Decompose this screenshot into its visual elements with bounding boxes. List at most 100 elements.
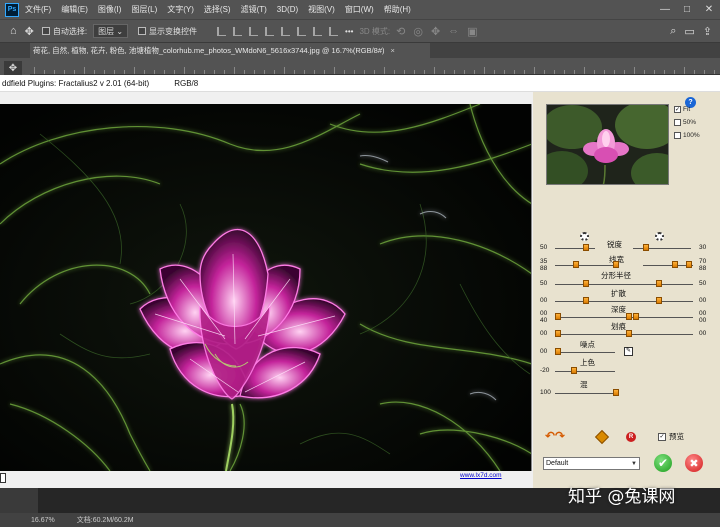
noise-knob[interactable] [555,348,561,355]
align-top-icon[interactable] [265,26,275,36]
line-width-left-value-2: 88 [540,265,548,272]
line-width-left-knob-2[interactable] [613,261,619,268]
show-transform-checkbox[interactable] [138,27,147,35]
home-icon[interactable]: ⌂ [10,25,17,37]
fractal-radius-left-knob[interactable] [583,280,589,287]
menu-3d[interactable]: 3D(D) [277,5,298,14]
ruler-tick [214,70,215,74]
randomize-icon[interactable] [594,429,610,445]
sharpness-left-knob[interactable] [583,244,589,251]
blend-knob[interactable] [613,389,619,396]
preset-dropdown[interactable]: Default ▼ [543,457,640,470]
menu-type[interactable]: 文字(Y) [167,4,194,15]
zoom-100-option[interactable]: 100% [674,132,700,139]
colorize-value: -20 [540,367,550,374]
menu-select[interactable]: 选择(S) [204,4,231,15]
move-tool-icon[interactable]: ✥ [25,25,34,38]
align-middle-icon[interactable] [281,26,291,36]
ruler-tick [404,70,405,74]
menu-view[interactable]: 视图(V) [308,4,335,15]
plugin-color-mode: RGB/8 [174,78,199,88]
align-right-icon[interactable] [249,26,259,36]
minimize-button[interactable]: — [654,0,676,19]
scratch-left-value: 00 [540,330,548,337]
navigator-thumbnail[interactable] [546,104,669,185]
distribute-h-icon[interactable] [329,26,339,36]
preview-label: 预览 [669,432,684,441]
ok-button[interactable]: ✔ [654,454,672,472]
preview-checkbox[interactable]: ✓ [658,432,666,441]
zoom-50-checkbox[interactable] [674,119,681,126]
zoom-fit-option[interactable]: ✓ Fit [674,106,690,113]
menu-file[interactable]: 文件(F) [25,4,51,15]
align-center-icon[interactable] [233,26,243,36]
align-left-icon[interactable] [217,26,227,36]
depth-left-knob[interactable] [555,313,561,320]
fractal-radius-right-knob[interactable] [656,280,662,287]
preset-value: Default [546,460,569,467]
ruler-tick [594,70,595,74]
ruler-tick [174,70,175,74]
auto-select-dropdown[interactable]: 图层 ⌄ [93,24,129,38]
close-button[interactable]: ✕ [698,0,720,19]
ruler-tick [534,67,535,74]
preview-canvas[interactable] [0,104,532,471]
sharpness-left-sun-icon [580,232,589,241]
preview-toggle[interactable]: ✓ 预览 [658,431,684,442]
website-link[interactable]: www.lx7d.com [460,472,502,479]
ruler-tick [274,70,275,74]
distribute-icon[interactable] [313,26,323,36]
sharpness-left-value: 50 [540,244,548,251]
menu-help[interactable]: 帮助(H) [384,4,411,15]
zoom-100-checkbox[interactable] [674,132,681,139]
status-zoom[interactable]: 16.67% [31,517,55,524]
document-tab[interactable]: 荷花, 自然, 植物, 花卉, 粉色, 池塘植物_colorhub.me_pho… [30,43,430,58]
workspace-icon[interactable]: ▭ [684,25,694,38]
zoom-50-option[interactable]: 50% [674,119,696,126]
move-tool-button[interactable]: ✥ [4,61,22,75]
ruler-tick [644,70,645,74]
ruler-tick [354,70,355,74]
menu-image[interactable]: 图像(I) [98,4,122,15]
ruler-tick [74,70,75,74]
depth-mid-knob[interactable] [626,313,632,320]
reset-button[interactable]: R [626,432,636,442]
ruler-tick [564,70,565,74]
more-options-button[interactable]: ••• [345,27,353,36]
menu-edit[interactable]: 编辑(E) [61,4,88,15]
ruler-tick [184,67,185,74]
scratch-right-knob[interactable] [626,330,632,337]
line-width-right-knob-2[interactable] [686,261,692,268]
line-width-right-knob[interactable] [672,261,678,268]
thumbnail-image [547,105,668,184]
plugin-title-bar: ddfield Plugins: Fractalius2 v 2.01 (64-… [0,75,720,92]
pencil-icon[interactable]: ✎ [624,347,633,356]
document-tab-close-icon[interactable]: × [391,46,395,55]
3d-roll-icon: ◎ [413,25,423,38]
ruler-tick [134,67,135,74]
diffusion-left-knob[interactable] [583,297,589,304]
undo-redo-arrows-icon[interactable]: ↶↷ [545,429,565,443]
auto-select-checkbox[interactable] [41,27,50,35]
sharpness-right-value: 30 [699,244,707,251]
depth-mid-knob-2[interactable] [633,313,639,320]
menu-filter[interactable]: 滤镜(T) [241,4,267,15]
zoom-fit-checkbox[interactable]: ✓ [674,106,681,113]
ruler-tick [54,70,55,74]
menu-layer[interactable]: 图层(L) [131,4,157,15]
line-width-left-knob[interactable] [573,261,579,268]
scratch-left-knob[interactable] [555,330,561,337]
diffusion-right-knob[interactable] [656,297,662,304]
maximize-button[interactable]: □ [676,0,698,19]
document-tab-title: 荷花, 自然, 植物, 花卉, 粉色, 池塘植物_colorhub.me_pho… [33,46,385,55]
options-bar: ⌂ ✥ 自动选择: 图层 ⌄ 显示变换控件 ••• 3D 模式: ⟲ ◎ ✥ ⇔… [0,19,720,43]
align-bottom-icon[interactable] [297,26,307,36]
sharpness-right-knob[interactable] [643,244,649,251]
cancel-button[interactable]: ✖ [685,454,703,472]
status-checkbox[interactable] [0,473,6,483]
scratch-right-value: 00 [699,330,707,337]
share-icon[interactable]: ⇪ [703,25,712,38]
colorize-knob[interactable] [571,367,577,374]
menu-window[interactable]: 窗口(W) [345,4,374,15]
search-icon[interactable]: ⌕ [670,25,676,38]
